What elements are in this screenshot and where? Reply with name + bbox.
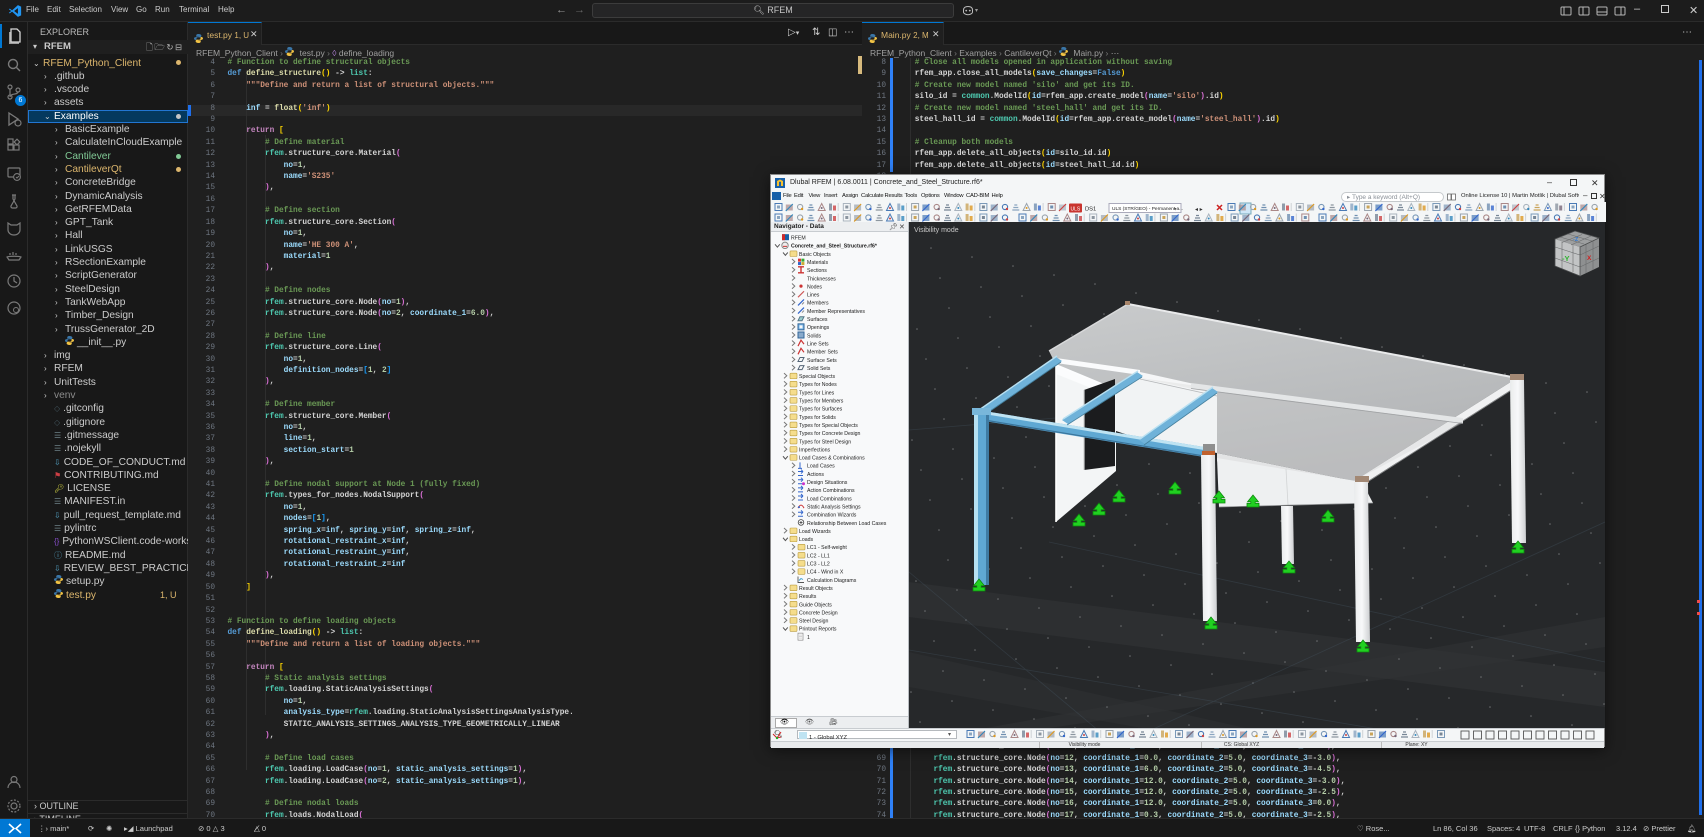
svg-text:Solid Sets: Solid Sets (807, 366, 831, 372)
svg-text:-Y: -Y (1562, 254, 1570, 263)
svg-text:Basic Objects: Basic Objects (799, 252, 831, 258)
svg-text:Action Combinations: Action Combinations (807, 488, 855, 494)
svg-text:-Z: -Z (1573, 237, 1579, 243)
svg-text:Openings: Openings (807, 325, 830, 331)
svg-text:1: 1 (807, 635, 810, 641)
svg-text:Load Cases: Load Cases (807, 464, 835, 470)
svg-text:RFEM: RFEM (791, 236, 806, 242)
svg-text:Member Sets: Member Sets (807, 350, 838, 356)
svg-text:Materials: Materials (807, 260, 828, 266)
svg-text:Line Sets: Line Sets (807, 341, 829, 347)
svg-text:Solids: Solids (807, 333, 822, 339)
svg-text:DS1: DS1 (1085, 207, 1096, 213)
svg-text:Types for Concrete Design: Types for Concrete Design (799, 431, 861, 437)
svg-text:Nodes: Nodes (807, 284, 822, 290)
svg-text:Surfaces: Surfaces (807, 317, 828, 323)
svg-text:ULS: ULS (1071, 207, 1081, 213)
svg-text:Thicknesses: Thicknesses (807, 276, 836, 282)
svg-text:X: X (1587, 255, 1592, 262)
svg-text:LC4 - Wind in X: LC4 - Wind in X (807, 570, 844, 576)
svg-text:Static Analysis Settings: Static Analysis Settings (807, 504, 861, 510)
svg-text:Types for Steel Design: Types for Steel Design (799, 439, 851, 445)
svg-text:Types for Lines: Types for Lines (799, 390, 835, 396)
svg-text:Actions: Actions (807, 472, 824, 478)
svg-text:Results: Results (799, 594, 817, 600)
svg-text:Printout Reports: Printout Reports (799, 627, 837, 633)
svg-text:Types for Nodes: Types for Nodes (799, 382, 837, 388)
svg-text:Types for Members: Types for Members (799, 399, 844, 405)
svg-text:◂ ▸: ◂ ▸ (1195, 207, 1203, 213)
svg-text:Types for Special Objects: Types for Special Objects (799, 423, 858, 429)
svg-text:Relationship Between Load Case: Relationship Between Load Cases (807, 521, 887, 527)
svg-text:Combination Wizards: Combination Wizards (807, 513, 857, 519)
svg-text:Load Wizards: Load Wizards (799, 529, 831, 535)
svg-text:Guide Objects: Guide Objects (799, 602, 832, 608)
svg-text:Visibility mode: Visibility mode (914, 227, 959, 234)
svg-text:Calculation Diagrams: Calculation Diagrams (807, 578, 857, 584)
svg-text:Member Representatives: Member Representatives (807, 309, 865, 315)
svg-text:Surface Sets: Surface Sets (807, 358, 837, 364)
svg-text:Loads: Loads (799, 537, 814, 543)
svg-text:Special Objects: Special Objects (799, 374, 835, 380)
svg-text:Imperfections: Imperfections (799, 447, 831, 453)
svg-text:Sections: Sections (807, 268, 827, 274)
svg-text:Load Cases & Combinations: Load Cases & Combinations (799, 456, 865, 462)
svg-text:Steel Design: Steel Design (799, 619, 829, 625)
svg-text:LC2 - LL1: LC2 - LL1 (807, 553, 830, 559)
svg-text:Types for Solids: Types for Solids (799, 415, 836, 421)
svg-text:Concrete Design: Concrete Design (799, 610, 838, 616)
svg-text:Design Situations: Design Situations (807, 480, 848, 486)
svg-text:Types for Surfaces: Types for Surfaces (799, 407, 843, 413)
svg-text:Result Objects: Result Objects (799, 586, 833, 592)
svg-text:Concrete_and_Steel_Structure.r: Concrete_and_Steel_Structure.rf6* (791, 244, 878, 250)
svg-text:ULS (STR/GEO) - Permanent a...: ULS (STR/GEO) - Permanent a... (1112, 206, 1183, 212)
svg-text:Members: Members (807, 301, 829, 307)
svg-text:LC3 - LL2: LC3 - LL2 (807, 562, 830, 568)
svg-text:Lines: Lines (807, 293, 820, 299)
svg-text:LC1 - Self-weight: LC1 - Self-weight (807, 545, 847, 551)
svg-text:Load Combinations: Load Combinations (807, 496, 852, 502)
